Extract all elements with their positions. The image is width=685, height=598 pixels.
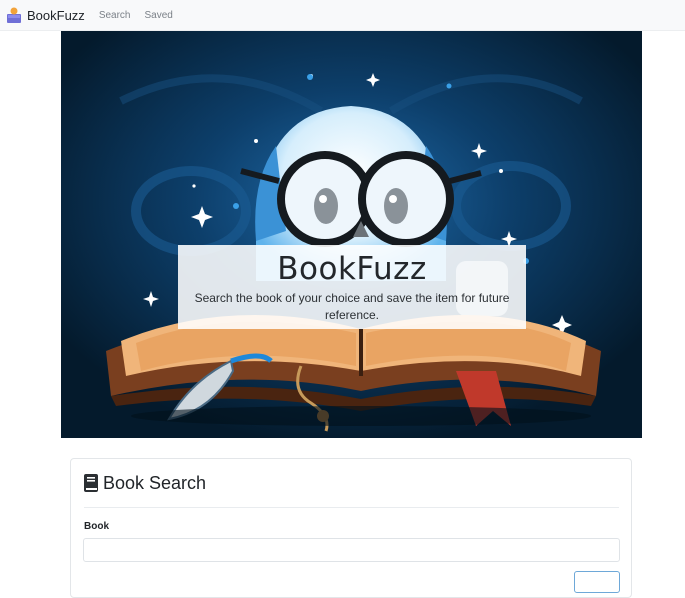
owl-reading-book-illustration [61,31,642,438]
books-logo-icon [7,7,21,23]
book-icon [84,474,98,492]
hero-overlay-card: BookFuzz Search the book of your choice … [178,245,526,329]
navbar: BookFuzz Search Saved [0,0,685,31]
hero-subtitle: Search the book of your choice and save … [194,291,510,322]
navbar-brand[interactable]: BookFuzz [5,6,85,24]
card-title: Book Search [103,473,207,493]
submit-button[interactable] [574,571,620,593]
book-search-input[interactable] [83,538,620,562]
nav-link-saved[interactable]: Saved [145,10,173,21]
book-search-card: Book Search Book [70,458,632,598]
card-header: Book Search [84,471,619,508]
hero-title: BookFuzz [277,251,427,287]
brand-name: BookFuzz [27,7,85,23]
hero-banner: BookFuzz Search the book of your choice … [61,31,642,438]
book-field-label: Book [84,521,109,532]
nav-link-search[interactable]: Search [99,10,131,21]
